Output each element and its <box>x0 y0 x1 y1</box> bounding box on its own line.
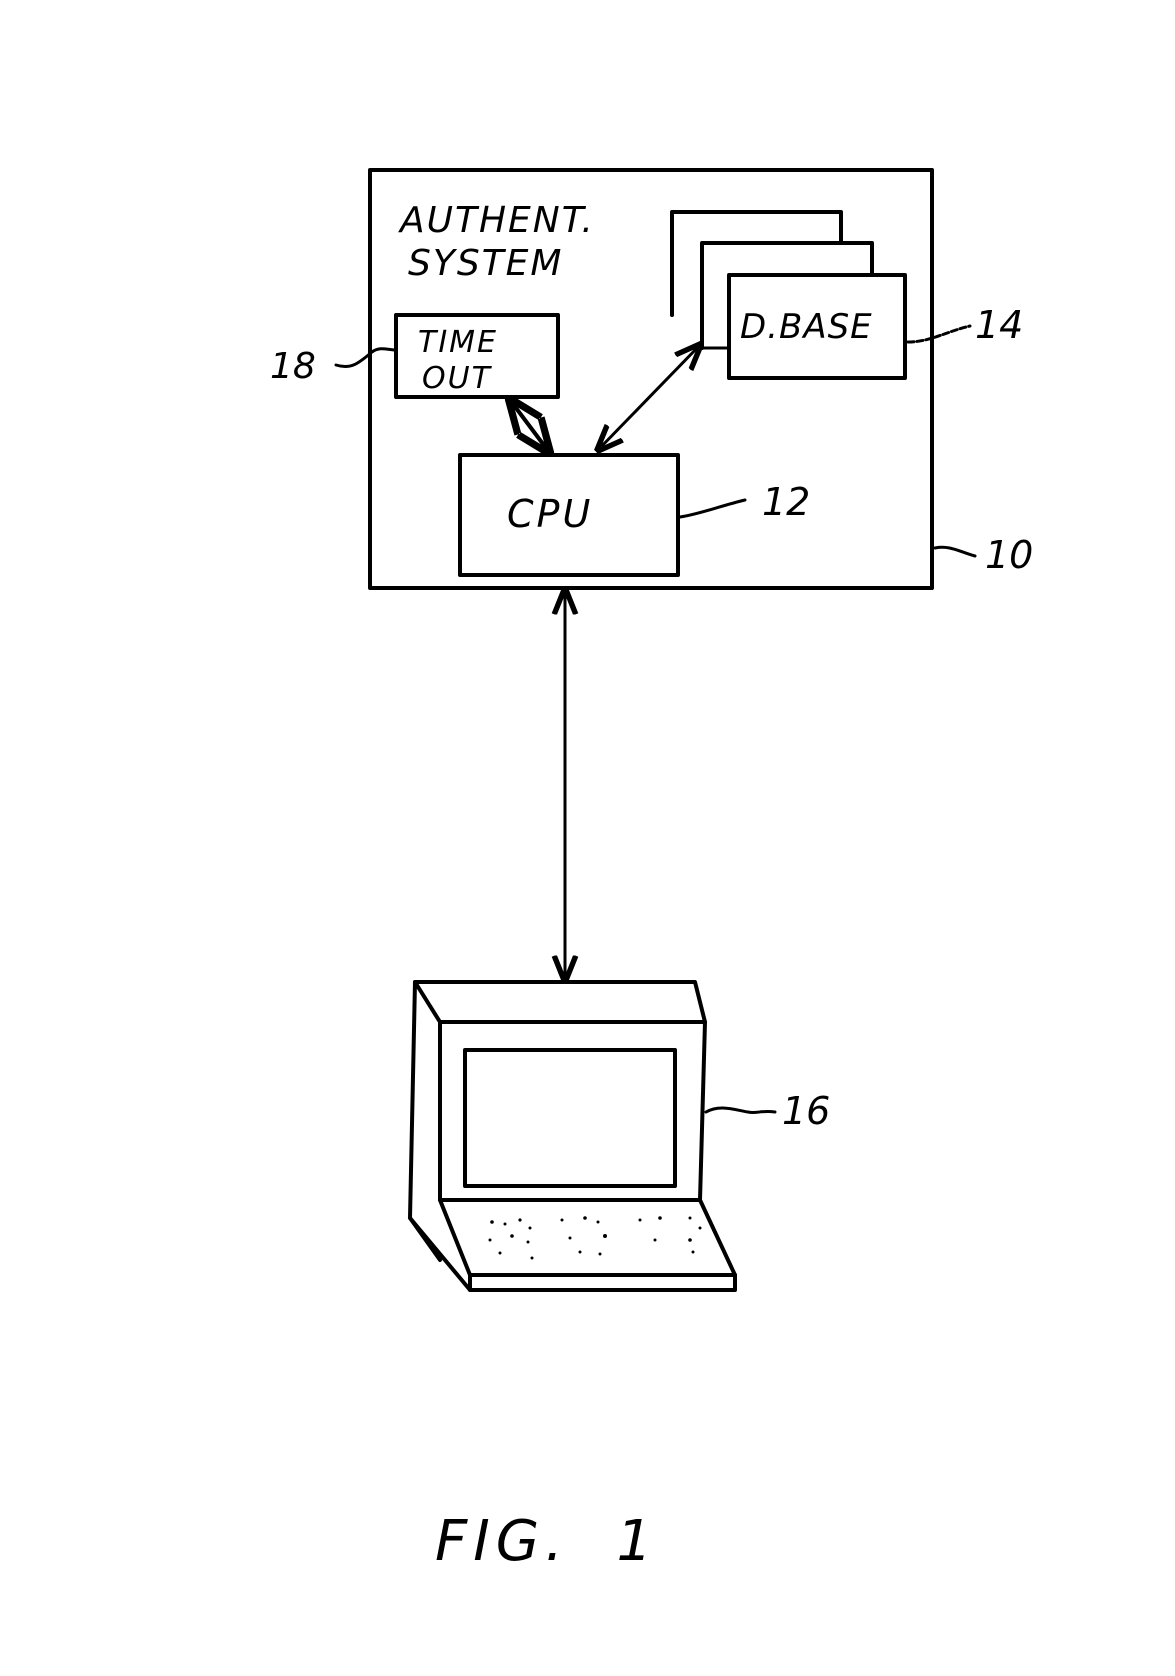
database-cpu-connector <box>598 345 700 450</box>
reference-18: 18 <box>270 346 398 387</box>
timeout-label-line1: TIME <box>418 325 498 360</box>
ref-label-10: 10 <box>985 533 1033 577</box>
ref-label-18: 18 <box>270 346 316 387</box>
reference-12: 12 <box>678 480 810 524</box>
patent-figure: AUTHENT. SYSTEM 10 TIME OUT 18 D.BASE 14… <box>270 168 1033 1574</box>
laptop-screen <box>463 1048 677 1188</box>
ref-label-14: 14 <box>975 303 1023 347</box>
laptop-terminal-icon <box>408 980 737 1292</box>
timeout-label-line2: OUT <box>422 361 493 396</box>
ref-label-16: 16 <box>782 1089 830 1133</box>
system-title-line2: SYSTEM <box>408 243 564 284</box>
reference-14: 14 <box>906 303 1023 347</box>
reference-10: 10 <box>933 533 1033 577</box>
reference-16: 16 <box>704 1089 830 1133</box>
timeout-cpu-connector <box>510 400 549 452</box>
database-stack: D.BASE <box>670 210 907 380</box>
database-label: D.BASE <box>740 307 873 347</box>
timeout-box: TIME OUT <box>394 313 560 399</box>
laptop-keyboard <box>488 1216 702 1260</box>
ref-label-12: 12 <box>762 480 810 524</box>
cpu-box: CPU <box>458 453 680 577</box>
figure-caption: FIG. 1 <box>435 1509 658 1574</box>
system-title-line1: AUTHENT. <box>398 200 595 241</box>
cpu-label: CPU <box>507 492 593 536</box>
